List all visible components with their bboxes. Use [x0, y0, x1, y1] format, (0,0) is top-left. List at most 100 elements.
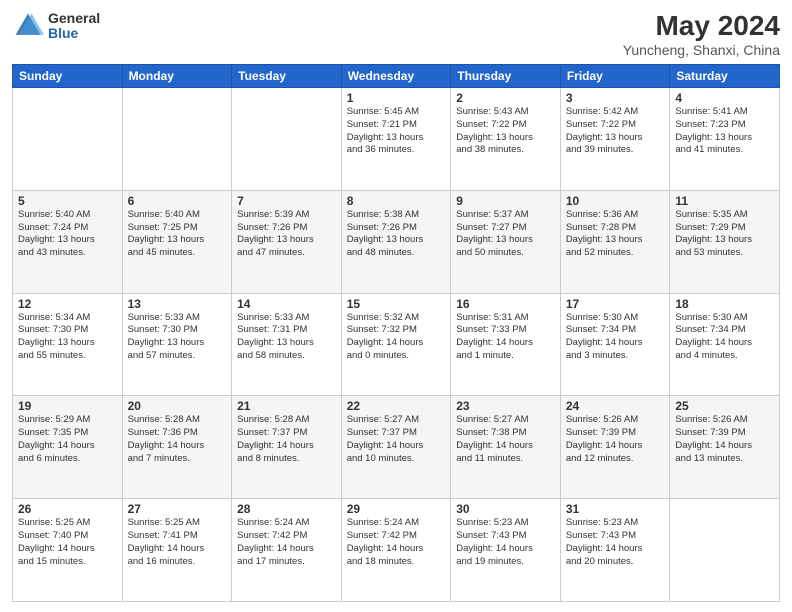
day-number: 15	[347, 297, 446, 311]
day-detail: Sunrise: 5:39 AMSunset: 7:26 PMDaylight:…	[237, 209, 336, 260]
day-number: 27	[128, 502, 227, 516]
day-detail: Sunrise: 5:33 AMSunset: 7:31 PMDaylight:…	[237, 312, 336, 363]
day-number: 20	[128, 399, 227, 413]
calendar-cell: 8Sunrise: 5:38 AMSunset: 7:26 PMDaylight…	[341, 190, 451, 293]
calendar-cell: 29Sunrise: 5:24 AMSunset: 7:42 PMDayligh…	[341, 499, 451, 602]
calendar-cell	[670, 499, 780, 602]
day-number: 29	[347, 502, 446, 516]
calendar-cell: 1Sunrise: 5:45 AMSunset: 7:21 PMDaylight…	[341, 88, 451, 191]
calendar-cell: 28Sunrise: 5:24 AMSunset: 7:42 PMDayligh…	[232, 499, 342, 602]
logo-general-text: General	[48, 11, 100, 26]
day-detail: Sunrise: 5:24 AMSunset: 7:42 PMDaylight:…	[347, 517, 446, 568]
day-number: 26	[18, 502, 117, 516]
day-detail: Sunrise: 5:34 AMSunset: 7:30 PMDaylight:…	[18, 312, 117, 363]
logo-text: General Blue	[48, 11, 100, 42]
day-detail: Sunrise: 5:29 AMSunset: 7:35 PMDaylight:…	[18, 414, 117, 465]
day-number: 19	[18, 399, 117, 413]
calendar-cell: 9Sunrise: 5:37 AMSunset: 7:27 PMDaylight…	[451, 190, 561, 293]
calendar-title: May 2024	[623, 10, 780, 42]
day-detail: Sunrise: 5:28 AMSunset: 7:37 PMDaylight:…	[237, 414, 336, 465]
calendar-cell: 5Sunrise: 5:40 AMSunset: 7:24 PMDaylight…	[13, 190, 123, 293]
day-number: 28	[237, 502, 336, 516]
day-detail: Sunrise: 5:40 AMSunset: 7:25 PMDaylight:…	[128, 209, 227, 260]
day-number: 8	[347, 194, 446, 208]
day-number: 21	[237, 399, 336, 413]
weekday-header-wednesday: Wednesday	[341, 65, 451, 88]
calendar-body: 1Sunrise: 5:45 AMSunset: 7:21 PMDaylight…	[13, 88, 780, 602]
day-number: 10	[566, 194, 665, 208]
day-detail: Sunrise: 5:43 AMSunset: 7:22 PMDaylight:…	[456, 106, 555, 157]
calendar-cell: 14Sunrise: 5:33 AMSunset: 7:31 PMDayligh…	[232, 293, 342, 396]
calendar-cell: 2Sunrise: 5:43 AMSunset: 7:22 PMDaylight…	[451, 88, 561, 191]
day-detail: Sunrise: 5:37 AMSunset: 7:27 PMDaylight:…	[456, 209, 555, 260]
day-detail: Sunrise: 5:45 AMSunset: 7:21 PMDaylight:…	[347, 106, 446, 157]
weekday-header-sunday: Sunday	[13, 65, 123, 88]
day-number: 31	[566, 502, 665, 516]
calendar-week-4: 19Sunrise: 5:29 AMSunset: 7:35 PMDayligh…	[13, 396, 780, 499]
day-number: 18	[675, 297, 774, 311]
day-detail: Sunrise: 5:28 AMSunset: 7:36 PMDaylight:…	[128, 414, 227, 465]
calendar-cell: 15Sunrise: 5:32 AMSunset: 7:32 PMDayligh…	[341, 293, 451, 396]
calendar-cell	[122, 88, 232, 191]
calendar-cell: 11Sunrise: 5:35 AMSunset: 7:29 PMDayligh…	[670, 190, 780, 293]
weekday-header-saturday: Saturday	[670, 65, 780, 88]
day-number: 22	[347, 399, 446, 413]
calendar-cell: 4Sunrise: 5:41 AMSunset: 7:23 PMDaylight…	[670, 88, 780, 191]
calendar-cell: 10Sunrise: 5:36 AMSunset: 7:28 PMDayligh…	[560, 190, 670, 293]
calendar-cell: 31Sunrise: 5:23 AMSunset: 7:43 PMDayligh…	[560, 499, 670, 602]
calendar-week-3: 12Sunrise: 5:34 AMSunset: 7:30 PMDayligh…	[13, 293, 780, 396]
day-detail: Sunrise: 5:32 AMSunset: 7:32 PMDaylight:…	[347, 312, 446, 363]
weekday-header-tuesday: Tuesday	[232, 65, 342, 88]
day-number: 25	[675, 399, 774, 413]
day-detail: Sunrise: 5:27 AMSunset: 7:37 PMDaylight:…	[347, 414, 446, 465]
day-detail: Sunrise: 5:31 AMSunset: 7:33 PMDaylight:…	[456, 312, 555, 363]
day-detail: Sunrise: 5:36 AMSunset: 7:28 PMDaylight:…	[566, 209, 665, 260]
day-detail: Sunrise: 5:26 AMSunset: 7:39 PMDaylight:…	[675, 414, 774, 465]
calendar-cell	[13, 88, 123, 191]
calendar-cell: 19Sunrise: 5:29 AMSunset: 7:35 PMDayligh…	[13, 396, 123, 499]
day-detail: Sunrise: 5:24 AMSunset: 7:42 PMDaylight:…	[237, 517, 336, 568]
day-detail: Sunrise: 5:23 AMSunset: 7:43 PMDaylight:…	[456, 517, 555, 568]
day-number: 5	[18, 194, 117, 208]
calendar-cell	[232, 88, 342, 191]
day-detail: Sunrise: 5:26 AMSunset: 7:39 PMDaylight:…	[566, 414, 665, 465]
calendar-cell: 25Sunrise: 5:26 AMSunset: 7:39 PMDayligh…	[670, 396, 780, 499]
calendar-cell: 16Sunrise: 5:31 AMSunset: 7:33 PMDayligh…	[451, 293, 561, 396]
day-number: 6	[128, 194, 227, 208]
day-detail: Sunrise: 5:33 AMSunset: 7:30 PMDaylight:…	[128, 312, 227, 363]
calendar-cell: 23Sunrise: 5:27 AMSunset: 7:38 PMDayligh…	[451, 396, 561, 499]
weekday-header-thursday: Thursday	[451, 65, 561, 88]
calendar-cell: 20Sunrise: 5:28 AMSunset: 7:36 PMDayligh…	[122, 396, 232, 499]
logo-blue-text: Blue	[48, 26, 100, 41]
day-number: 14	[237, 297, 336, 311]
day-number: 1	[347, 91, 446, 105]
calendar-cell: 24Sunrise: 5:26 AMSunset: 7:39 PMDayligh…	[560, 396, 670, 499]
title-block: May 2024 Yuncheng, Shanxi, China	[623, 10, 780, 58]
calendar-cell: 26Sunrise: 5:25 AMSunset: 7:40 PMDayligh…	[13, 499, 123, 602]
day-number: 13	[128, 297, 227, 311]
calendar-table: SundayMondayTuesdayWednesdayThursdayFrid…	[12, 64, 780, 602]
day-detail: Sunrise: 5:27 AMSunset: 7:38 PMDaylight:…	[456, 414, 555, 465]
calendar-subtitle: Yuncheng, Shanxi, China	[623, 42, 780, 58]
calendar-week-1: 1Sunrise: 5:45 AMSunset: 7:21 PMDaylight…	[13, 88, 780, 191]
weekday-header-monday: Monday	[122, 65, 232, 88]
day-number: 17	[566, 297, 665, 311]
day-number: 11	[675, 194, 774, 208]
day-detail: Sunrise: 5:30 AMSunset: 7:34 PMDaylight:…	[566, 312, 665, 363]
day-detail: Sunrise: 5:42 AMSunset: 7:22 PMDaylight:…	[566, 106, 665, 157]
day-number: 9	[456, 194, 555, 208]
day-number: 23	[456, 399, 555, 413]
day-detail: Sunrise: 5:35 AMSunset: 7:29 PMDaylight:…	[675, 209, 774, 260]
day-detail: Sunrise: 5:40 AMSunset: 7:24 PMDaylight:…	[18, 209, 117, 260]
day-number: 24	[566, 399, 665, 413]
calendar-header: SundayMondayTuesdayWednesdayThursdayFrid…	[13, 65, 780, 88]
day-number: 3	[566, 91, 665, 105]
day-detail: Sunrise: 5:23 AMSunset: 7:43 PMDaylight:…	[566, 517, 665, 568]
day-number: 16	[456, 297, 555, 311]
day-detail: Sunrise: 5:25 AMSunset: 7:40 PMDaylight:…	[18, 517, 117, 568]
calendar-cell: 7Sunrise: 5:39 AMSunset: 7:26 PMDaylight…	[232, 190, 342, 293]
logo-icon	[12, 10, 44, 42]
day-number: 12	[18, 297, 117, 311]
day-number: 4	[675, 91, 774, 105]
calendar-cell: 27Sunrise: 5:25 AMSunset: 7:41 PMDayligh…	[122, 499, 232, 602]
